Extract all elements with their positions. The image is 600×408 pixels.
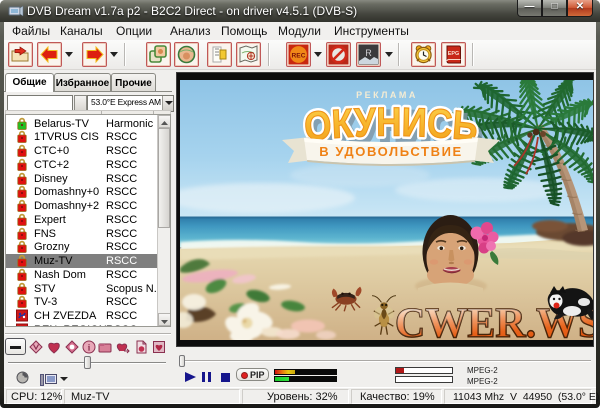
- svg-text:В УДОВОЛЬСТВИЕ: В УДОВОЛЬСТВИЕ: [319, 144, 463, 159]
- svg-text:REC: REC: [292, 53, 306, 60]
- svg-text:EPG: EPG: [448, 51, 459, 57]
- svg-text:РЕКЛАМА: РЕКЛАМА: [356, 90, 418, 100]
- svg-text:R: R: [365, 48, 372, 58]
